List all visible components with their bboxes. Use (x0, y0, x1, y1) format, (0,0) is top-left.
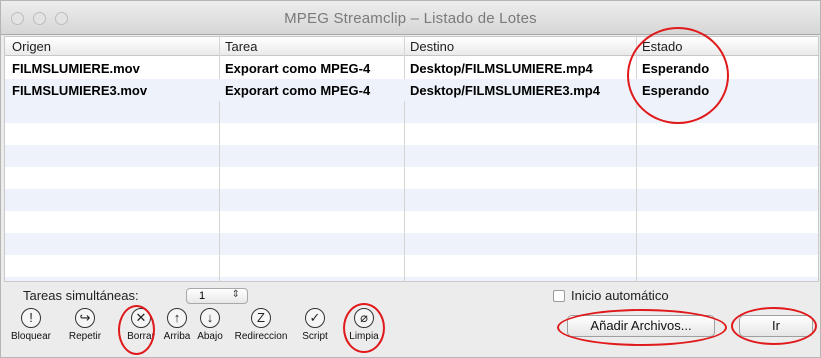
column-header-tarea[interactable]: Tarea (225, 39, 258, 54)
move-down-label: Abajo (197, 331, 223, 342)
empty-row (5, 233, 818, 255)
column-header-origen[interactable]: Origen (12, 39, 51, 54)
cell-destino: Desktop/FILMSLUMIERE.mp4 (410, 61, 593, 76)
lock-button[interactable]: ! Bloquear (9, 308, 53, 342)
cell-origen: FILMSLUMIERE3.mov (12, 83, 148, 98)
repeat-icon: ↪ (75, 308, 95, 328)
column-header-destino[interactable]: Destino (410, 39, 454, 54)
empty-row (5, 189, 818, 211)
empty-row (5, 145, 818, 167)
redirect-icon: Z (251, 308, 271, 328)
redirect-button[interactable]: Z Redireccion (229, 308, 293, 342)
script-button[interactable]: ✓ Script (295, 308, 335, 342)
simultaneous-tasks-label: Tareas simultáneas: (23, 288, 139, 303)
script-icon: ✓ (305, 308, 325, 328)
annotation-circle-limpia (343, 303, 385, 353)
cell-destino: Desktop/FILMSLUMIERE3.mp4 (410, 83, 600, 98)
simultaneous-tasks-value: 1 (199, 290, 206, 302)
cell-tarea: Exporart como MPEG-4 (225, 83, 371, 98)
lock-icon: ! (21, 308, 41, 328)
annotation-circle-borrar (118, 305, 155, 355)
move-down-button[interactable]: ↓ Abajo (193, 308, 227, 342)
cell-origen: FILMSLUMIERE.mov (12, 61, 140, 76)
script-label: Script (302, 331, 328, 342)
redirect-label: Redireccion (234, 331, 288, 342)
updown-arrows-icon: ⇕ (231, 289, 240, 300)
auto-start-checkbox[interactable] (553, 290, 565, 302)
batch-list-window: MPEG Streamclip – Listado de Lotes Orige… (0, 0, 821, 358)
simultaneous-tasks-select[interactable]: 1 ⇕ (186, 288, 248, 304)
annotation-circle-go (731, 307, 817, 345)
move-down-icon: ↓ (200, 308, 220, 328)
lock-label: Bloquear (10, 331, 52, 342)
repeat-button[interactable]: ↪ Repetir (65, 308, 105, 342)
auto-start-label[interactable]: Inicio automático (571, 288, 669, 303)
annotation-circle-estado (627, 27, 729, 124)
cell-tarea: Exporart como MPEG-4 (225, 61, 371, 76)
window-title: MPEG Streamclip – Listado de Lotes (284, 10, 537, 27)
move-up-label: Arriba (163, 331, 191, 342)
move-up-button[interactable]: ↑ Arriba (160, 308, 194, 342)
repeat-label: Repetir (68, 331, 102, 342)
move-up-icon: ↑ (167, 308, 187, 328)
annotation-circle-add-files (557, 309, 727, 346)
